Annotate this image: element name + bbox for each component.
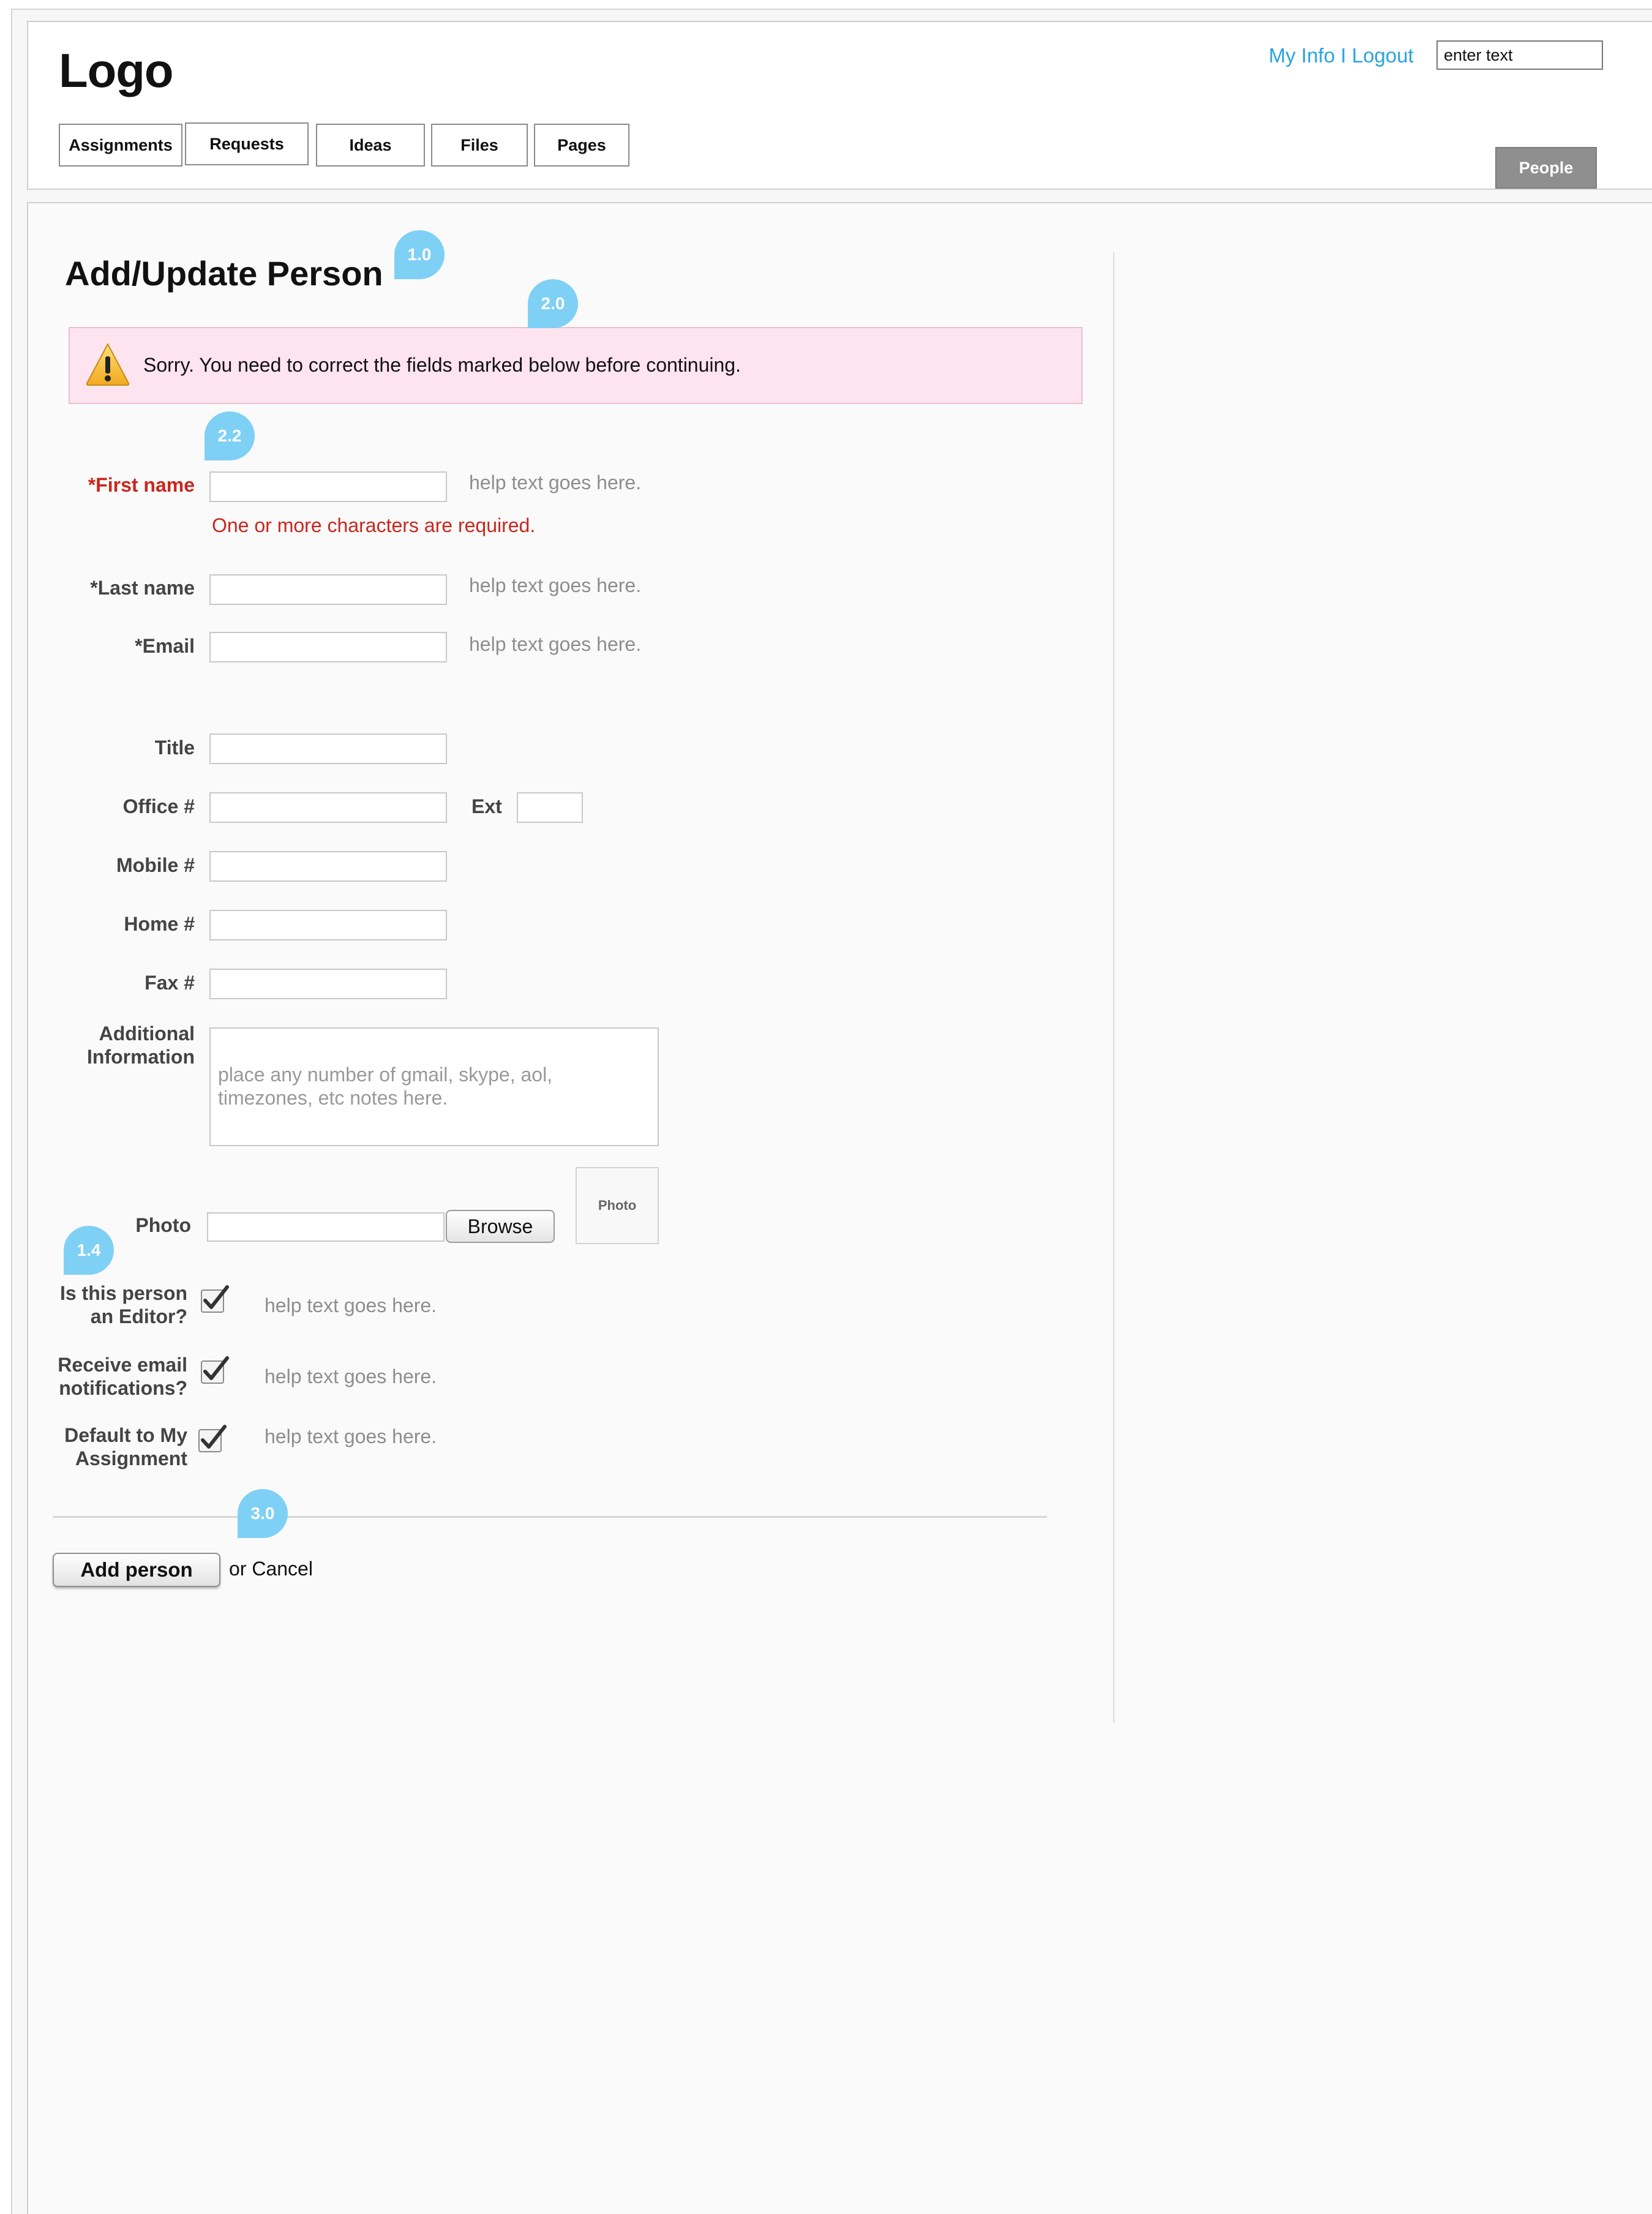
first-name-label: *First name (88, 474, 195, 496)
warning-icon (86, 343, 130, 386)
last-name-help: help text goes here. (469, 574, 642, 596)
photo-path-field[interactable] (207, 1212, 445, 1242)
annotation-pin: 2.2 (205, 411, 255, 460)
home-field[interactable] (209, 910, 447, 940)
additional-info-label: Additional Information (87, 1022, 195, 1068)
first-name-help: help text goes here. (469, 471, 642, 493)
title-label: Title (154, 737, 195, 759)
email-label: *Email (135, 635, 195, 657)
home-label: Home # (124, 913, 195, 935)
email-field[interactable] (209, 632, 447, 662)
content-panel (27, 202, 1652, 2214)
or-text: or (229, 1558, 252, 1580)
add-person-button[interactable]: Add person (53, 1553, 220, 1587)
tab-files[interactable]: Files (431, 124, 528, 167)
office-label: Office # (122, 795, 195, 817)
tab-assignments[interactable]: Assignments (59, 124, 182, 167)
error-banner: Sorry. You need to correct the fields ma… (69, 327, 1083, 404)
fax-field[interactable] (209, 969, 447, 999)
tab-ideas[interactable]: Ideas (316, 124, 425, 167)
additional-info-label-line2: Information (87, 1046, 195, 1068)
last-name-label: *Last name (90, 577, 195, 599)
ext-field[interactable] (517, 792, 583, 823)
annotation-pin: 1.4 (64, 1226, 114, 1275)
default-assignment-label: Default to My Assignment (64, 1424, 187, 1470)
annotation-pin: 1.0 (394, 230, 445, 279)
tab-pages[interactable]: Pages (534, 124, 629, 167)
editor-checkbox[interactable] (200, 1285, 230, 1315)
title-field[interactable] (209, 734, 447, 764)
notifications-help: help text goes here. (265, 1365, 437, 1387)
browse-button[interactable]: Browse (446, 1210, 555, 1243)
notifications-label: Receive email notifications? (58, 1353, 187, 1400)
tab-requests[interactable]: Requests (185, 122, 309, 165)
cancel-link[interactable]: Cancel (252, 1558, 313, 1580)
default-assignment-label-line2: Assignment (75, 1447, 187, 1469)
default-assignment-help: help text goes here. (265, 1425, 437, 1447)
my-info-link[interactable]: My Info (1269, 44, 1335, 67)
default-assignment-label-line1: Default to My (64, 1424, 187, 1446)
default-assignment-checkbox[interactable] (197, 1424, 228, 1455)
editor-label-line1: Is this person (59, 1282, 187, 1304)
notifications-checkbox[interactable] (200, 1356, 230, 1386)
mobile-label: Mobile # (116, 854, 195, 876)
ext-label: Ext (471, 795, 502, 817)
first-name-error: One or more characters are required. (212, 514, 536, 536)
additional-info-field[interactable] (209, 1027, 659, 1146)
last-name-field[interactable] (209, 574, 447, 605)
error-message: Sorry. You need to correct the fields ma… (143, 354, 741, 376)
fax-label: Fax # (145, 972, 195, 994)
photo-preview: Photo (576, 1167, 659, 1244)
logo: Logo (59, 43, 174, 97)
mobile-field[interactable] (209, 851, 447, 882)
first-name-field[interactable] (209, 471, 447, 502)
office-field[interactable] (209, 792, 447, 823)
photo-label: Photo (135, 1214, 191, 1236)
annotation-pin: 3.0 (238, 1489, 288, 1538)
form-divider (53, 1516, 1047, 1518)
logout-link[interactable]: Logout (1352, 44, 1414, 67)
annotation-pin: 2.0 (528, 279, 578, 328)
editor-label: Is this person an Editor? (60, 1281, 187, 1328)
link-separator: I (1335, 44, 1352, 67)
editor-label-line2: an Editor? (90, 1305, 187, 1327)
notifications-label-line2: notifications? (59, 1377, 187, 1399)
page-title: Add/Update Person (65, 254, 383, 293)
tab-people[interactable]: People (1495, 147, 1597, 189)
cancel-wrapper: or Cancel (229, 1558, 313, 1580)
header-search-input[interactable] (1436, 40, 1603, 70)
notifications-label-line1: Receive email (58, 1354, 187, 1376)
editor-help: help text goes here. (265, 1294, 437, 1316)
column-divider (1113, 252, 1114, 1723)
email-help: help text goes here. (469, 633, 642, 655)
additional-info-label-line1: Additional (99, 1023, 195, 1045)
account-links: My Info I Logout (1269, 44, 1414, 67)
